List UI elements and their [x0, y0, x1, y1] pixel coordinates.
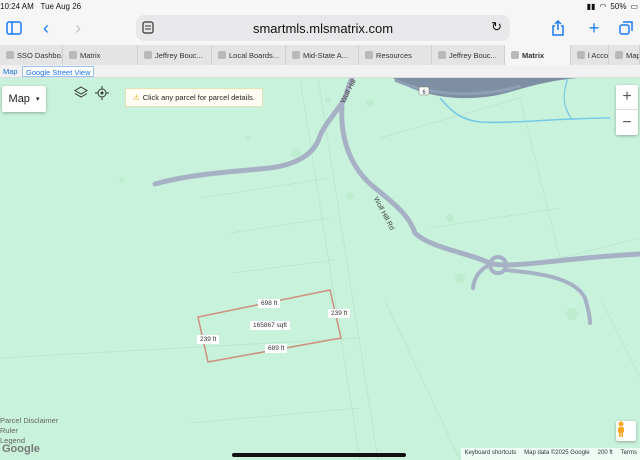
- battery-percent: 50%: [610, 2, 627, 11]
- chevron-down-icon: ▾: [35, 96, 40, 103]
- map-view-tabs: Map Google Street View: [0, 65, 640, 78]
- map-footer: Keyboard shortcuts Map data ©2025 Google…: [461, 448, 640, 460]
- map-type-label: Map: [8, 93, 30, 105]
- tab-map[interactable]: Map: [0, 66, 21, 77]
- wifi-icon: ◠: [599, 2, 607, 11]
- back-icon[interactable]: ‹: [36, 18, 56, 38]
- browser-tab[interactable]: Jeffrey Bouc...: [138, 45, 212, 65]
- map-type-control[interactable]: Map ▾: [2, 86, 46, 112]
- parcel-hint: ⚠ Click any parcel for parcel details.: [125, 88, 263, 107]
- parcel-dim-left: 239 ft: [197, 335, 220, 344]
- browser-tab[interactable]: Mid-State A...: [286, 45, 359, 65]
- tab-strip: SSO Dashbo... Matrix Jeffrey Bouc... Local …: [0, 45, 640, 65]
- hint-text: Click any parcel for parcel details.: [142, 93, 255, 102]
- tab-label: Local Boards...: [229, 50, 280, 60]
- favicon-icon: [6, 51, 14, 59]
- browser-tab[interactable]: l Accou...: [571, 45, 609, 65]
- browser-tab[interactable]: Matrix: [63, 45, 138, 65]
- map-links: Parcel Disclaimer Ruler Legend: [0, 416, 58, 446]
- forward-icon[interactable]: ›: [68, 18, 88, 38]
- favicon-icon: [69, 51, 77, 59]
- tab-label: Jeffrey Bouc...: [155, 50, 203, 60]
- zoom-in-button[interactable]: +: [616, 85, 638, 110]
- keyboard-shortcuts-link[interactable]: Keyboard shortcuts: [464, 450, 516, 458]
- battery-icon: ▭: [630, 2, 638, 11]
- browser-tab[interactable]: Jeffrey Bouc...: [432, 45, 505, 65]
- zoom-control: + −: [616, 85, 638, 135]
- parcel-area: 165867 sqft: [250, 321, 290, 330]
- tab-street-view[interactable]: Google Street View: [22, 66, 95, 77]
- favicon-icon: [144, 51, 152, 59]
- new-tab-icon[interactable]: +: [584, 18, 604, 38]
- map-data-attribution: Map data ©2025 Google: [524, 450, 590, 456]
- status-bar: 10:24 AM Tue Aug 26 ▮▮ ◠ 50% ▭: [0, 0, 640, 14]
- browser-tab[interactable]: Matrix: [505, 45, 571, 65]
- map-canvas[interactable]: 6 Wolf Hill Wolf Hill Rd Map ▾ ⚠ Click a…: [0, 78, 640, 460]
- home-indicator: [232, 453, 406, 457]
- menu-icon[interactable]: [142, 21, 154, 37]
- tab-label: Maps: [626, 50, 639, 60]
- favicon-icon: [615, 51, 623, 59]
- favicon-icon: [218, 51, 226, 59]
- favicon-icon: [511, 51, 519, 59]
- favicon-icon: [577, 51, 585, 59]
- tab-label: Matrix: [522, 50, 545, 60]
- url-text: smartmls.mlsmatrix.com: [252, 20, 394, 36]
- browser-tab[interactable]: SSO Dashbo...: [0, 45, 63, 65]
- map-scale: 200 ft: [597, 450, 613, 456]
- browser-tab[interactable]: Resources: [359, 45, 432, 65]
- layers-icon[interactable]: [74, 86, 92, 104]
- signal-icon: ▮▮: [586, 2, 596, 11]
- pegman-icon[interactable]: [616, 421, 636, 441]
- browser-tab[interactable]: Maps: [609, 45, 640, 65]
- address-bar[interactable]: smartmls.mlsmatrix.com ↻: [136, 15, 510, 41]
- tab-label: Jeffrey Bouc...: [449, 50, 497, 60]
- favicon-icon: [365, 51, 373, 59]
- favicon-icon: [438, 51, 446, 59]
- status-icons: ▮▮ ◠ 50% ▭: [587, 2, 638, 11]
- tab-label: Mid-State A...: [303, 50, 349, 60]
- share-icon[interactable]: [548, 18, 568, 38]
- parcel-disclaimer-link[interactable]: Parcel Disclaimer: [0, 416, 58, 426]
- parcel-dim-top: 698 ft: [258, 299, 281, 308]
- tab-overview-icon[interactable]: [616, 18, 636, 38]
- status-time-date: 10:24 AM Tue Aug 26: [0, 2, 82, 11]
- tab-label: l Accou...: [588, 50, 609, 60]
- google-logo: Google: [2, 443, 40, 455]
- sidebar-icon[interactable]: [4, 18, 24, 38]
- browser-tab[interactable]: Local Boards...: [212, 45, 286, 65]
- tab-label: Matrix: [80, 50, 101, 60]
- locate-icon[interactable]: [95, 86, 113, 104]
- parcel-dim-right: 239 ft: [328, 309, 351, 318]
- map-graphics: 6: [0, 78, 640, 460]
- ruler-link[interactable]: Ruler: [0, 426, 58, 436]
- favicon-icon: [292, 51, 300, 59]
- terms-link[interactable]: Terms: [621, 450, 637, 458]
- tab-label: Resources: [376, 50, 412, 60]
- parcel-dim-bottom: 689 ft: [265, 344, 288, 353]
- warning-icon: ⚠: [133, 93, 140, 102]
- zoom-out-button[interactable]: −: [616, 110, 638, 135]
- tab-label: SSO Dashbo...: [17, 50, 63, 60]
- reload-icon[interactable]: ↻: [491, 19, 502, 35]
